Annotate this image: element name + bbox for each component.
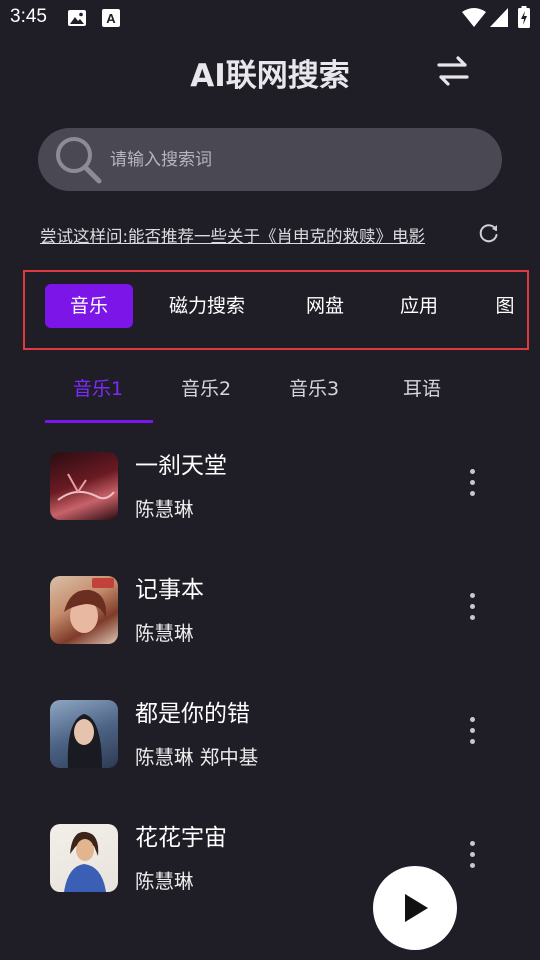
status-time: 3:45 xyxy=(10,6,47,27)
swap-arrows-icon xyxy=(437,56,469,86)
more-options-button[interactable] xyxy=(462,838,482,870)
swap-button[interactable] xyxy=(434,54,472,88)
song-title: 一刹天堂 xyxy=(135,453,227,479)
album-cover xyxy=(50,700,118,768)
song-artist: 陈慧琳 xyxy=(135,870,194,893)
song-artist: 陈慧琳 xyxy=(135,622,194,645)
song-artist: 陈慧琳 郑中基 xyxy=(135,746,259,769)
search-bar[interactable] xyxy=(38,128,502,191)
song-artist: 陈慧琳 xyxy=(135,498,194,521)
tab-whisper[interactable]: 耳语 xyxy=(403,374,441,401)
tab-music2[interactable]: 音乐2 xyxy=(181,374,231,401)
song-title: 记事本 xyxy=(135,577,204,603)
image-icon xyxy=(68,10,86,26)
category-netdisk[interactable]: 网盘 xyxy=(295,284,355,328)
search-input[interactable] xyxy=(110,148,470,172)
song-title: 花花宇宙 xyxy=(135,825,227,851)
wifi-icon xyxy=(462,8,486,27)
album-cover xyxy=(50,824,118,892)
play-button[interactable] xyxy=(373,866,457,950)
refresh-icon[interactable] xyxy=(478,222,500,244)
category-music[interactable]: 音乐 xyxy=(45,284,133,328)
song-title: 都是你的错 xyxy=(135,701,250,727)
more-options-button[interactable] xyxy=(462,466,482,498)
suggestion-link[interactable]: 尝试这样问:能否推荐一些关于《肖申克的救赎》电影 xyxy=(40,223,425,247)
signal-icon xyxy=(490,8,508,27)
category-bar: 音乐 磁力搜索 网盘 应用 图 xyxy=(23,270,529,350)
status-bar: 3:45 A xyxy=(0,0,540,36)
tab-indicator xyxy=(45,420,153,423)
tab-music3[interactable]: 音乐3 xyxy=(289,374,339,401)
album-cover xyxy=(50,576,118,644)
category-magnet-search[interactable]: 磁力搜索 xyxy=(157,284,257,328)
category-apps[interactable]: 应用 xyxy=(389,284,449,328)
category-images[interactable]: 图 xyxy=(493,284,517,328)
svg-text:A: A xyxy=(106,11,116,26)
more-options-button[interactable] xyxy=(462,714,482,746)
more-options-button[interactable] xyxy=(462,590,482,622)
song-item[interactable]: 记事本 陈慧琳 xyxy=(0,570,540,670)
song-item[interactable]: 花花宇宙 陈慧琳 xyxy=(0,818,540,918)
song-item[interactable]: 都是你的错 陈慧琳 郑中基 xyxy=(0,694,540,794)
tab-music1[interactable]: 音乐1 xyxy=(73,374,123,401)
album-cover xyxy=(50,452,118,520)
search-icon xyxy=(56,137,102,184)
song-item[interactable]: 一刹天堂 陈慧琳 xyxy=(0,446,540,546)
text-a-icon: A xyxy=(102,9,120,27)
battery-charging-icon xyxy=(518,6,530,28)
play-icon xyxy=(405,894,428,922)
